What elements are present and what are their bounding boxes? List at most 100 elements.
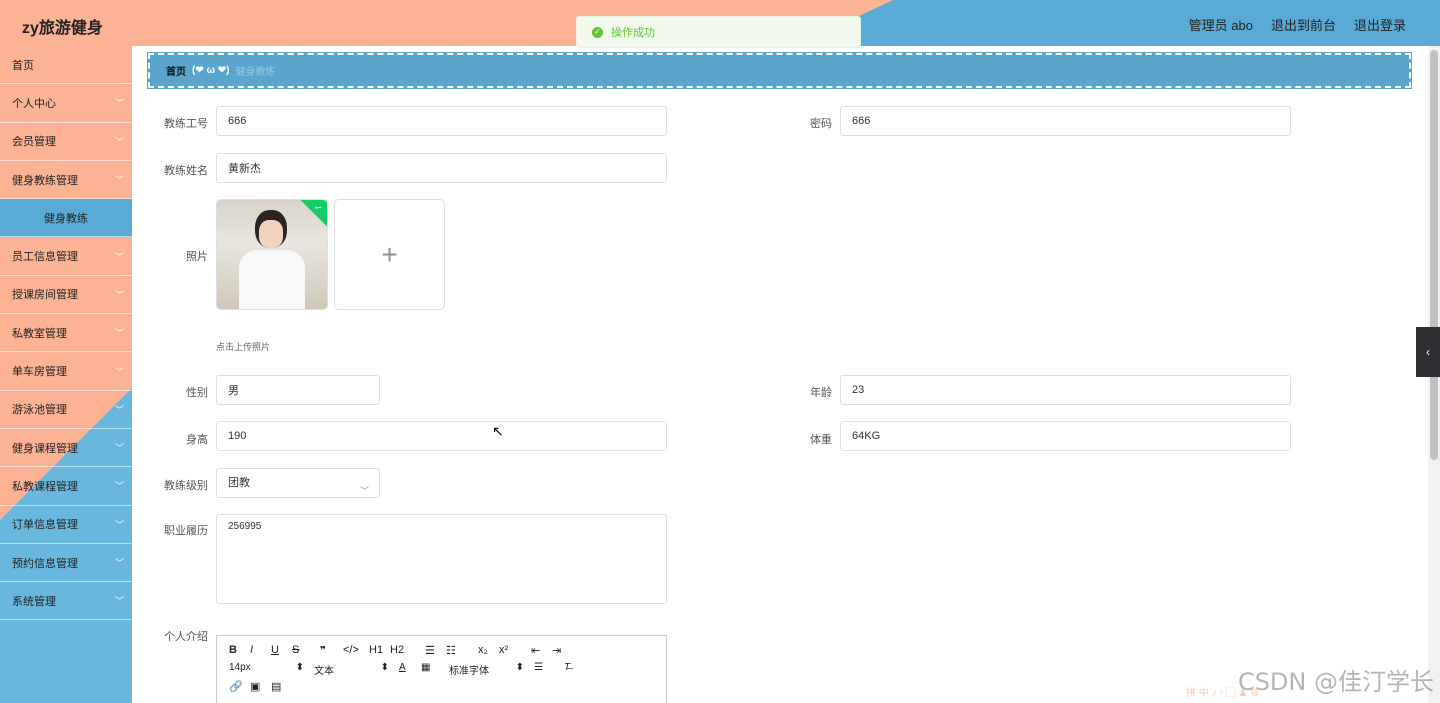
resume-textarea[interactable] xyxy=(216,514,667,604)
video-icon[interactable]: ▤ xyxy=(271,680,292,693)
bold-icon[interactable]: B xyxy=(229,644,250,657)
password-label: 密码 xyxy=(810,118,832,130)
sidebar-item-label: 健身课程管理 xyxy=(12,442,78,455)
chevron-left-icon[interactable]: ‹ xyxy=(1416,327,1440,377)
font-size-select[interactable]: 14px ⬍ xyxy=(229,662,314,677)
updown-icon: ⬍ xyxy=(295,662,304,673)
weight-label: 体重 xyxy=(810,434,832,446)
password-input[interactable] xyxy=(840,106,1291,136)
sidebar-item-label: 授课房间管理 xyxy=(12,289,78,302)
quote-icon[interactable]: ❞ xyxy=(320,644,343,657)
bullet-list-icon[interactable]: ☷ xyxy=(446,644,478,657)
sidebar-item[interactable]: 私教室管理 ﹀ xyxy=(0,314,132,353)
sidebar-item[interactable]: 单车房管理 ﹀ xyxy=(0,352,132,391)
clear-format-icon[interactable]: T̶ xyxy=(564,662,586,677)
uploaded-photo[interactable]: ✓ xyxy=(216,199,328,310)
indent-icon[interactable]: ⇥ xyxy=(552,644,573,657)
chevron-down-icon: ﹀ xyxy=(359,486,369,496)
mouse-cursor-icon: ↖ xyxy=(492,423,504,439)
text-type-value: 文本 xyxy=(314,666,334,677)
breadcrumb-home[interactable]: 首页 xyxy=(166,63,186,78)
toast-message: 操作成功 xyxy=(611,27,655,39)
sidebar-item-label: 会员管理 xyxy=(12,136,56,149)
coach-no-input[interactable] xyxy=(216,106,667,136)
sidebar-item-label: 预约信息管理 xyxy=(12,557,78,570)
outdent-icon[interactable]: ⇤ xyxy=(531,644,552,657)
height-label: 身高 xyxy=(186,434,208,446)
breadcrumb-current: 健身教练 xyxy=(235,67,276,78)
sidebar-item[interactable]: 私教课程管理 ﹀ xyxy=(0,467,132,506)
sidebar-item-label: 系统管理 xyxy=(12,595,56,608)
chevron-down-icon: ﹀ xyxy=(114,443,124,454)
csdn-watermark: CSDN @佳汀学长 xyxy=(1237,668,1434,696)
chevron-down-icon: ﹀ xyxy=(114,175,124,186)
sidebar-item[interactable]: 健身课程管理 ﹀ xyxy=(0,429,132,468)
breadcrumb: 首页 (❤ ω ❤) 健身教练 xyxy=(147,52,1412,89)
sidebar-item-label: 员工信息管理 xyxy=(12,251,78,264)
back-to-front-link[interactable]: 退出到前台 xyxy=(1271,15,1336,34)
sidebar-item[interactable]: 订单信息管理 ﹀ xyxy=(0,506,132,544)
sidebar-item[interactable]: 会员管理 ﹀ xyxy=(0,123,132,161)
italic-icon[interactable]: I xyxy=(250,644,271,657)
superscript-icon[interactable]: x² xyxy=(499,644,531,657)
logout-link[interactable]: 退出登录 xyxy=(1354,15,1406,34)
chevron-down-icon: ﹀ xyxy=(114,98,124,109)
scrollbar-thumb[interactable] xyxy=(1430,50,1438,460)
chevron-down-icon: ﹀ xyxy=(114,404,124,415)
chevron-down-icon: ﹀ xyxy=(114,136,124,147)
upload-success-icon: ✓ xyxy=(299,200,327,227)
font-family-select[interactable]: 标准字体 ⬍ xyxy=(449,662,534,677)
upload-tip: 点击上传照片 xyxy=(216,342,271,352)
h1-icon[interactable]: H1 xyxy=(369,644,390,657)
background-color-icon[interactable]: ▦ xyxy=(421,662,449,677)
strike-icon[interactable]: S xyxy=(292,644,320,657)
chevron-down-icon: ﹀ xyxy=(114,519,124,530)
ordered-list-icon[interactable]: ☰ xyxy=(425,644,446,657)
coach-name-input[interactable] xyxy=(216,153,667,183)
photo-person-body xyxy=(239,250,305,309)
upload-photo-button[interactable]: + xyxy=(334,199,445,310)
link-icon[interactable]: 🔗 xyxy=(229,680,250,693)
sidebar-item[interactable]: 个人中心 ﹀ xyxy=(0,84,132,123)
underline-icon[interactable]: U xyxy=(271,644,292,657)
rich-text-editor[interactable]: B I U S ❞ </> H1 H2 ☰ ☷ x₂ x² ⇤ ⇥ 14px ⬍ 文本 ⬍ A ▦ 标准字体 ⬍… xyxy=(216,635,667,703)
level-selected: 团教 xyxy=(228,477,250,489)
gender-input[interactable] xyxy=(216,375,380,405)
align-icon[interactable]: ☰ xyxy=(534,662,564,677)
sidebar-item-label: 订单信息管理 xyxy=(12,519,78,532)
intro-label: 个人介绍 xyxy=(164,631,208,643)
check-circle-icon: ✓ xyxy=(592,26,603,38)
sidebar-item[interactable]: 首页 xyxy=(0,46,132,85)
sidebar-item-label: 单车房管理 xyxy=(12,366,67,379)
text-type-select[interactable]: 文本 ⬍ xyxy=(314,662,399,677)
header-actions: 管理员 abo 退出到前台 退出登录 xyxy=(1189,15,1406,34)
updown-icon: ⬍ xyxy=(380,662,389,673)
chevron-down-icon: ﹀ xyxy=(114,366,124,377)
sidebar-item-label: 私教课程管理 xyxy=(12,480,78,493)
age-input[interactable] xyxy=(840,375,1291,405)
sidebar-item[interactable]: 系统管理 ﹀ xyxy=(0,582,132,621)
editor-toolbar-row2: 14px ⬍ 文本 ⬍ A ▦ 标准字体 ⬍ ☰ T̶ xyxy=(229,662,586,677)
sidebar-item[interactable]: 员工信息管理 ﹀ xyxy=(0,237,132,276)
code-icon[interactable]: </> xyxy=(343,644,369,657)
h2-icon[interactable]: H2 xyxy=(390,644,425,657)
height-input[interactable] xyxy=(216,421,667,451)
sidebar-subitem[interactable]: 健身教练 xyxy=(0,199,132,238)
sidebar-item[interactable]: 预约信息管理 ﹀ xyxy=(0,544,132,583)
sidebar-item-label: 健身教练 xyxy=(44,212,88,225)
sidebar-item[interactable]: 游泳池管理 ﹀ xyxy=(0,391,132,429)
sidebar-menu: 首页 个人中心 ﹀ 会员管理 ﹀ 健身教练管理 ﹀ 健身教练 员工信息管理 ﹀ 授课房间管理 ﹀ 私教室… xyxy=(0,46,132,703)
photo-label: 照片 xyxy=(186,251,208,263)
chevron-down-icon: ﹀ xyxy=(114,289,124,300)
sidebar-item[interactable]: 健身教练管理 ﹀ xyxy=(0,161,132,200)
weight-input[interactable] xyxy=(840,421,1291,451)
subscript-icon[interactable]: x₂ xyxy=(478,644,499,657)
image-icon[interactable]: ▣ xyxy=(250,680,271,693)
font-color-icon[interactable]: A xyxy=(399,662,421,677)
sidebar-item-label: 个人中心 xyxy=(12,97,56,110)
sidebar-item[interactable]: 授课房间管理 ﹀ xyxy=(0,276,132,315)
main-content: 首页 (❤ ω ❤) 健身教练 教练工号 密码 教练姓名 照片 ✓ + 点击上传… xyxy=(132,46,1428,703)
font-size-value: 14px xyxy=(229,662,251,673)
level-select[interactable]: 团教 ﹀ xyxy=(216,468,380,498)
sidebar-item-label: 私教室管理 xyxy=(12,327,67,340)
